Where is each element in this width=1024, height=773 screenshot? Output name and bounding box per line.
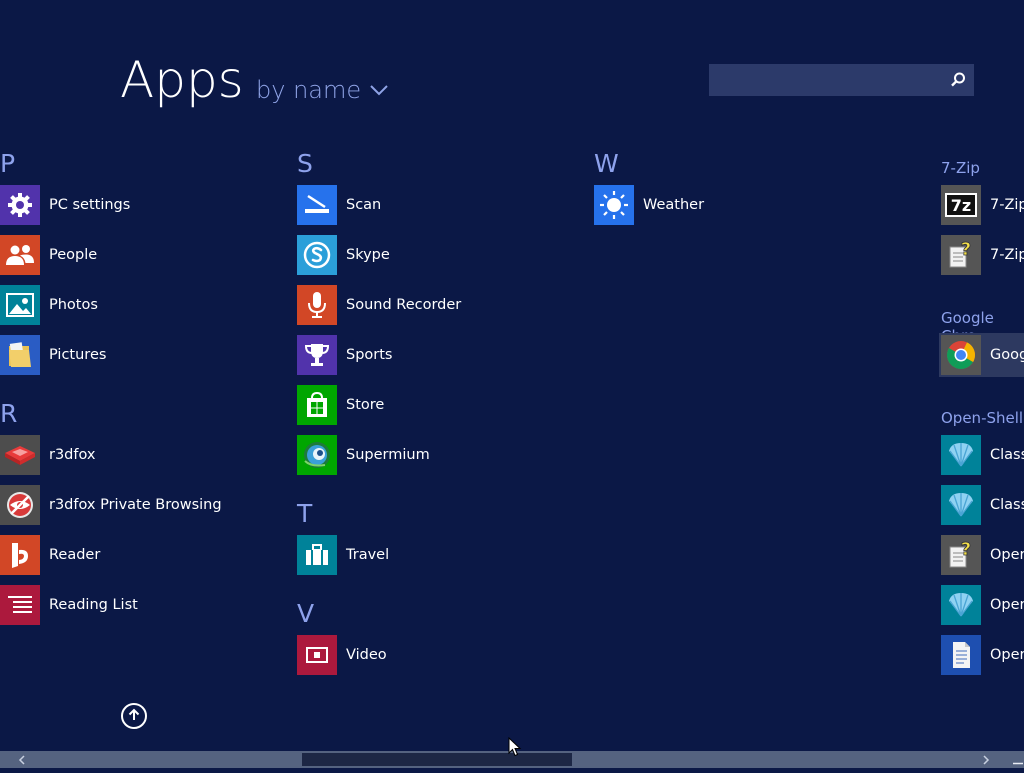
app-travel[interactable]: Travel — [297, 535, 389, 575]
app-label: Weather — [643, 197, 705, 213]
group-header-open-shell[interactable]: Open-Shell — [941, 409, 1023, 427]
app-label: r3dfox Private Browsing — [49, 497, 222, 513]
shell-icon — [941, 585, 981, 625]
zoom-out-icon[interactable] — [1012, 754, 1024, 765]
app-label: Travel — [346, 547, 390, 563]
app-label: Sound Recorder — [346, 297, 462, 313]
reading-list-icon — [0, 585, 40, 625]
app-label: Reading List — [49, 597, 138, 613]
skype-icon — [297, 235, 337, 275]
app-classic-2[interactable]: Class — [941, 485, 1024, 525]
pictures-folder-icon — [0, 335, 40, 375]
help-document-icon: ? — [941, 235, 981, 275]
app-pc-settings[interactable]: PC settings — [0, 185, 130, 225]
app-label: Class — [990, 447, 1024, 463]
app-scan[interactable]: Scan — [297, 185, 381, 225]
group-header-t[interactable]: T — [297, 500, 312, 528]
app-label: PC settings — [49, 197, 131, 213]
app-store[interactable]: Store — [297, 385, 384, 425]
scroll-right-arrow-icon[interactable] — [978, 752, 994, 767]
shell-icon — [941, 485, 981, 525]
app-label: People — [49, 247, 98, 263]
app-label: 7-Zip — [990, 197, 1024, 213]
people-icon — [0, 235, 40, 275]
app-label: Photos — [49, 297, 98, 313]
app-7zip-file-manager[interactable]: 7z 7-Zip — [941, 185, 1024, 225]
app-reader[interactable]: Reader — [0, 535, 100, 575]
app-label: Oper — [990, 647, 1024, 663]
go-to-start-button[interactable] — [121, 703, 147, 729]
app-skype[interactable]: Skype — [297, 235, 390, 275]
sun-icon — [594, 185, 634, 225]
app-label: Store — [346, 397, 385, 413]
r3dfox-private-icon — [0, 485, 40, 525]
7zip-icon: 7z — [941, 185, 981, 225]
group-header-7zip[interactable]: 7-Zip — [941, 159, 980, 177]
r3dfox-icon — [0, 435, 40, 475]
app-supermium[interactable]: Supermium — [297, 435, 430, 475]
app-label: Class — [990, 497, 1024, 513]
app-sound-recorder[interactable]: Sound Recorder — [297, 285, 461, 325]
photos-icon — [0, 285, 40, 325]
group-header-r[interactable]: R — [0, 400, 17, 428]
store-bag-icon — [297, 385, 337, 425]
app-7zip-help[interactable]: ? 7-Zip — [941, 235, 1024, 275]
group-header-v[interactable]: V — [297, 600, 314, 628]
reader-icon — [0, 535, 40, 575]
app-google-chrome[interactable]: Goog — [939, 333, 1024, 377]
app-people[interactable]: People — [0, 235, 97, 275]
arrow-up-icon — [127, 707, 141, 726]
group-header-s[interactable]: S — [297, 150, 313, 178]
app-open-shell-menu[interactable]: Oper — [941, 585, 1024, 625]
app-label: Oper — [990, 597, 1024, 613]
mouse-cursor-icon — [508, 736, 522, 761]
app-label: Goog — [990, 347, 1024, 363]
supermium-icon — [297, 435, 337, 475]
app-label: 7-Zip — [990, 247, 1024, 263]
group-header-p[interactable]: P — [0, 150, 15, 178]
scroll-thumb[interactable] — [302, 753, 572, 766]
scan-icon — [297, 185, 337, 225]
scroll-left-arrow-icon[interactable] — [14, 752, 30, 767]
chrome-icon — [941, 335, 981, 375]
svg-text:?: ? — [961, 539, 971, 560]
svg-text:?: ? — [961, 239, 971, 260]
help-document-icon: ? — [941, 535, 981, 575]
microphone-icon — [297, 285, 337, 325]
document-icon — [941, 635, 981, 675]
app-label: Pictures — [49, 347, 107, 363]
app-label: Reader — [49, 547, 101, 563]
app-reading-list[interactable]: Reading List — [0, 585, 138, 625]
app-label: Sports — [346, 347, 393, 363]
group-header-w[interactable]: W — [594, 150, 619, 178]
app-weather[interactable]: Weather — [594, 185, 704, 225]
suitcase-icon — [297, 535, 337, 575]
trophy-icon — [297, 335, 337, 375]
app-open-shell-help[interactable]: ? Oper — [941, 535, 1024, 575]
app-r3dfox[interactable]: r3dfox — [0, 435, 96, 475]
app-label: r3dfox — [49, 447, 96, 463]
app-label: Video — [346, 647, 387, 663]
app-r3dfox-private[interactable]: r3dfox Private Browsing — [0, 485, 222, 525]
video-icon — [297, 635, 337, 675]
app-open-shell-readme[interactable]: Oper — [941, 635, 1024, 675]
app-label: Skype — [346, 247, 390, 263]
app-photos[interactable]: Photos — [0, 285, 98, 325]
app-label: Oper — [990, 547, 1024, 563]
app-label: Scan — [346, 197, 382, 213]
app-video[interactable]: Video — [297, 635, 387, 675]
gear-icon — [0, 185, 40, 225]
shell-icon — [941, 435, 981, 475]
app-pictures[interactable]: Pictures — [0, 335, 106, 375]
svg-text:7z: 7z — [951, 196, 971, 215]
app-sports[interactable]: Sports — [297, 335, 392, 375]
app-label: Supermium — [346, 447, 430, 463]
app-classic-1[interactable]: Class — [941, 435, 1024, 475]
